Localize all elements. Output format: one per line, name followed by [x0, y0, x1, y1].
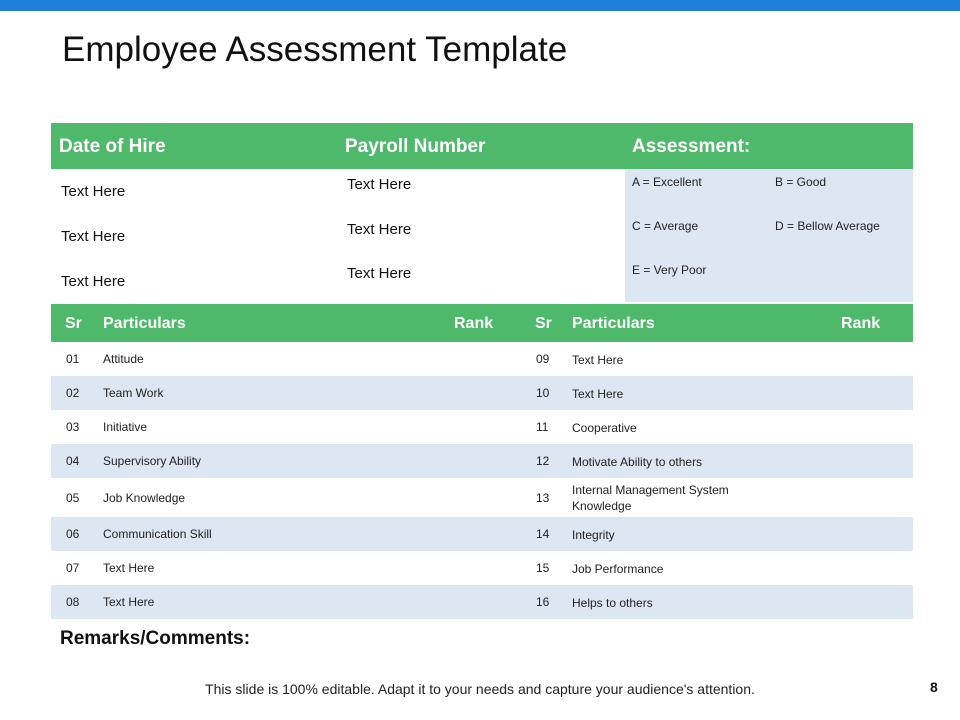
particular-cell: Job Knowledge: [103, 491, 186, 505]
particular-cell: Initiative: [103, 420, 148, 434]
sr-cell: 06: [66, 527, 80, 541]
particular-cell: Helps to others: [572, 596, 653, 610]
particular-cell: Text Here: [103, 595, 155, 609]
particular-cell: Text Here: [572, 387, 624, 401]
table-row: 08 Text Here 16 Helps to others: [51, 585, 913, 619]
sr-cell: 07: [66, 561, 80, 575]
table-row: 03 Initiative 11 Cooperative: [51, 410, 913, 444]
particular-cell: Text Here: [103, 561, 155, 575]
sr-cell: 16: [536, 595, 550, 609]
slide-title: Employee Assessment Template: [62, 30, 568, 69]
particulars-table-header: Sr Particulars Rank Sr Particulars Rank: [51, 304, 913, 342]
particular-cell: Team Work: [103, 386, 164, 400]
particulars-table: Sr Particulars Rank Sr Particulars Rank …: [51, 304, 913, 619]
table-row: 07 Text Here 15 Job Performance: [51, 551, 913, 585]
particular-cell: Communication Skill: [103, 527, 212, 541]
header-rank-left: Rank: [454, 315, 494, 332]
sr-cell: 01: [66, 352, 80, 366]
sr-cell: 03: [66, 420, 80, 434]
sr-cell: 13: [536, 491, 550, 505]
table-row: 01 Attitude 09 Text Here: [51, 342, 913, 376]
sr-cell: 05: [66, 491, 80, 505]
scale-b-good: B = Good: [775, 175, 827, 189]
table-row: 04 Supervisory Ability 12 Motivate Abili…: [51, 444, 913, 478]
table-row: 05 Job Knowledge 13 Internal Management …: [51, 478, 913, 517]
info-table: Date of Hire Payroll Number Assessment: …: [51, 123, 913, 302]
particular-cell: Motivate Ability to others: [572, 455, 703, 469]
info-table-header: Date of Hire Payroll Number Assessment:: [51, 123, 913, 169]
remarks-label: Remarks/Comments:: [60, 628, 251, 649]
particular-cell: Attitude: [103, 352, 144, 366]
header-sr-right: Sr: [535, 315, 552, 332]
particular-cell: Supervisory Ability: [103, 454, 202, 468]
page-number: 8: [930, 679, 938, 695]
sr-cell: 14: [536, 527, 550, 541]
header-particulars-left: Particulars: [103, 315, 186, 332]
sr-cell: 12: [536, 454, 550, 468]
table-row: 06 Communication Skill 14 Integrity: [51, 517, 913, 551]
particular-cell: Cooperative: [572, 421, 637, 435]
header-sr-left: Sr: [65, 315, 82, 332]
date-of-hire-cell[interactable]: Text Here: [61, 228, 125, 245]
date-of-hire-cell[interactable]: Text Here: [61, 273, 125, 290]
sr-cell: 15: [536, 561, 550, 575]
info-table-body: Text Here Text Here Text Here Text Here …: [51, 169, 913, 302]
scale-d-below-average: D = Bellow Average: [775, 219, 880, 233]
sr-cell: 11: [536, 420, 549, 434]
sr-cell: 09: [536, 352, 550, 366]
header-rank-right: Rank: [841, 315, 881, 332]
scale-a-excellent: A = Excellent: [632, 175, 702, 189]
scale-c-average: C = Average: [632, 219, 699, 233]
sr-cell: 02: [66, 386, 80, 400]
footer-text: This slide is 100% editable. Adapt it to…: [205, 681, 755, 697]
table-row: 02 Team Work 10 Text Here: [51, 376, 913, 410]
payroll-number-cell[interactable]: Text Here: [347, 221, 411, 238]
payroll-number-cell[interactable]: Text Here: [347, 176, 411, 193]
scale-e-very-poor: E = Very Poor: [632, 263, 707, 277]
header-payroll-number: Payroll Number: [345, 136, 486, 157]
sr-cell: 04: [66, 454, 80, 468]
top-accent-bar: [0, 0, 960, 11]
particular-cell: Text Here: [572, 353, 624, 367]
date-of-hire-cell[interactable]: Text Here: [61, 183, 125, 200]
header-assessment: Assessment:: [632, 136, 751, 157]
header-date-of-hire: Date of Hire: [59, 136, 166, 157]
particular-cell: Internal Management System Knowledge: [572, 483, 729, 513]
header-particulars-right: Particulars: [572, 315, 655, 332]
particular-cell: Job Performance: [572, 562, 664, 576]
particular-cell: Integrity: [572, 528, 615, 542]
sr-cell: 10: [536, 386, 550, 400]
payroll-number-cell[interactable]: Text Here: [347, 265, 411, 282]
sr-cell: 08: [66, 595, 80, 609]
